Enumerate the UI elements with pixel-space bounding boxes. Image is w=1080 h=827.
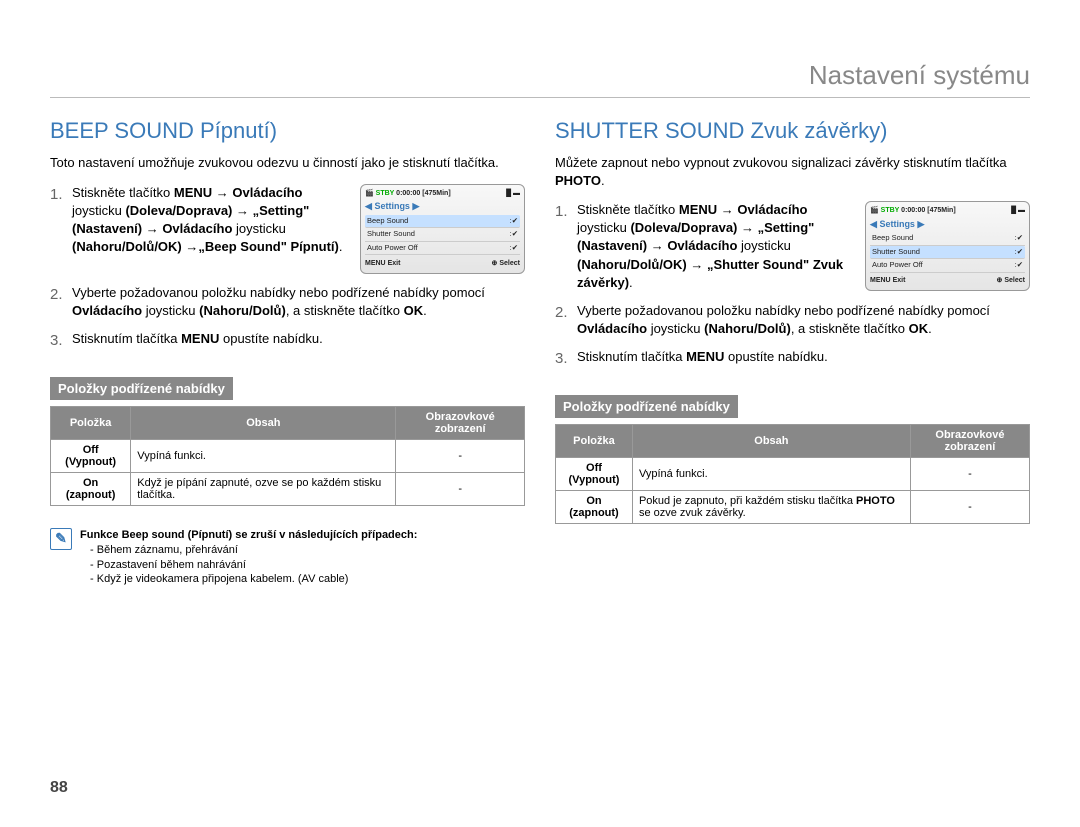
section-title-beep: BEEP SOUND Pípnutí) xyxy=(50,118,525,144)
note-item: Během záznamu, přehrávání xyxy=(90,543,525,558)
step3-text: Stisknutím tlačítka MENU opustíte nabídk… xyxy=(577,348,828,369)
header-title: Nastavení systému xyxy=(50,60,1030,98)
th-content: Obsah xyxy=(632,425,910,458)
note-item: Pozastavení během nahrávání xyxy=(90,558,525,573)
intro-beep: Toto nastavení umožňuje zvukovou odezvu … xyxy=(50,154,525,172)
left-column: BEEP SOUND Pípnutí) Toto nastavení umožň… xyxy=(50,118,525,587)
note-title: Funkce Beep sound (Pípnutí) se zruší v n… xyxy=(80,529,417,541)
step2-text: Vyberte požadovanou položku nabídky nebo… xyxy=(577,302,1030,338)
right-column: SHUTTER SOUND Zvuk závěrky) Můžete zapno… xyxy=(555,118,1030,587)
lcd-screenshot-shutter: 🎬 STBY 0:00:00 [475Min] █ ▬ ◀ Settings ▶… xyxy=(865,201,1030,291)
note-icon: ✎ xyxy=(50,528,72,550)
th-content: Obsah xyxy=(131,406,396,439)
intro-shutter: Můžete zapnout nebo vypnout zvukovou sig… xyxy=(555,154,1030,189)
step-number: 2. xyxy=(555,302,577,338)
step2-text: Vyberte požadovanou položku nabídky nebo… xyxy=(72,284,525,320)
step-number: 2. xyxy=(50,284,72,320)
th-item: Položka xyxy=(51,406,131,439)
table-row: On (zapnout) Pokud je zapnuto, při každé… xyxy=(556,491,1030,524)
step-number: 1. xyxy=(50,184,72,274)
step1-text: Stiskněte tlačítko MENU → Ovládacího joy… xyxy=(72,184,352,257)
note-box: ✎ Funkce Beep sound (Pípnutí) se zruší v… xyxy=(50,528,525,587)
section-title-shutter: SHUTTER SOUND Zvuk závěrky) xyxy=(555,118,1030,144)
step1-text: Stiskněte tlačítko MENU → Ovládacího joy… xyxy=(577,201,857,292)
table-row: Off (Vypnout) Vypíná funkci. - xyxy=(556,458,1030,491)
lcd-screenshot-beep: 🎬 STBY 0:00:00 [475Min] █ ▬ ◀ Settings ▶… xyxy=(360,184,525,274)
options-table-beep: Položka Obsah Obrazovkové zobrazení Off … xyxy=(50,406,525,506)
submenu-header: Položky podřízené nabídky xyxy=(50,377,233,400)
step-number: 3. xyxy=(555,348,577,369)
table-row: On (zapnout) Když je pípání zapnuté, ozv… xyxy=(51,472,525,505)
note-item: Když je videokamera připojena kabelem. (… xyxy=(90,572,525,587)
step-number: 3. xyxy=(50,330,72,351)
step-number: 1. xyxy=(555,201,577,292)
table-row: Off (Vypnout) Vypíná funkci. - xyxy=(51,439,525,472)
page-number: 88 xyxy=(50,779,68,797)
th-display: Obrazovkové zobrazení xyxy=(396,406,525,439)
submenu-header: Položky podřízené nabídky xyxy=(555,395,738,418)
th-display: Obrazovkové zobrazení xyxy=(910,425,1029,458)
th-item: Položka xyxy=(556,425,633,458)
options-table-shutter: Položka Obsah Obrazovkové zobrazení Off … xyxy=(555,424,1030,524)
step3-text: Stisknutím tlačítka MENU opustíte nabídk… xyxy=(72,330,323,351)
